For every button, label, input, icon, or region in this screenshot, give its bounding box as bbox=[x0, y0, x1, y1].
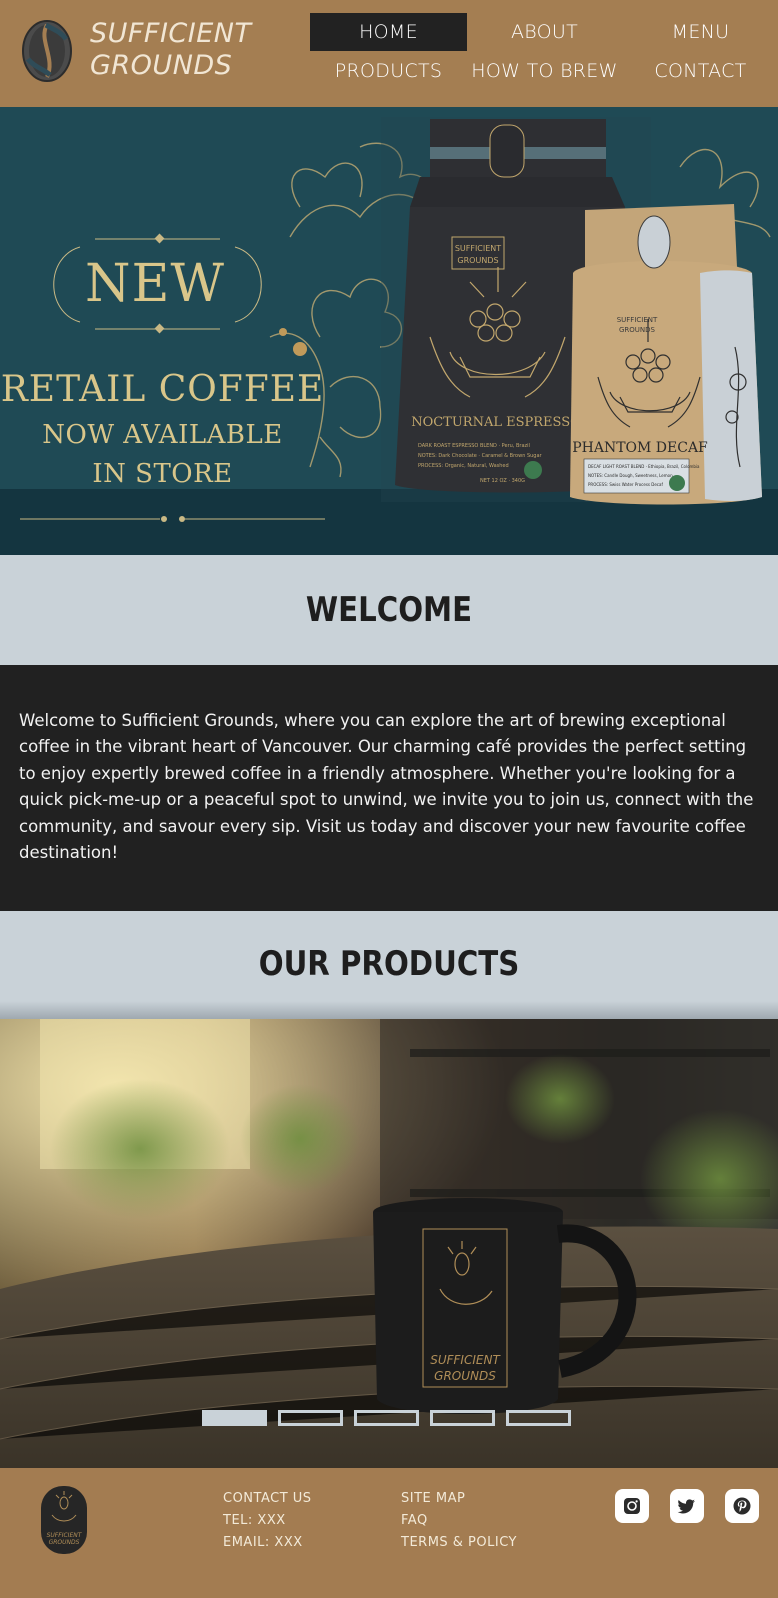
carousel-dot-2[interactable] bbox=[278, 1410, 343, 1426]
footer-logo-icon[interactable]: SUFFICIENT GROUNDS bbox=[40, 1485, 88, 1555]
footer-contact-us[interactable]: CONTACT US bbox=[223, 1491, 312, 1506]
brand-wordmark[interactable]: SUFFICIENT GROUNDS bbox=[90, 18, 252, 82]
dark-bag-weight: NET 12 OZ · 340G bbox=[480, 478, 525, 484]
light-bag-brand-line1: SUFFICIENT bbox=[617, 316, 658, 324]
dark-bag-detail-3: PROCESS: Organic, Natural, Washed bbox=[418, 463, 509, 469]
light-bag-detail-2: NOTES: Candle Dough, Sweetness, Lemon bbox=[588, 473, 673, 478]
hero-subline-1: NOW AVAILABLE bbox=[42, 420, 283, 450]
footer-site-map[interactable]: SITE MAP bbox=[401, 1491, 465, 1506]
carousel-dot-5[interactable] bbox=[506, 1410, 571, 1426]
nav-contact[interactable]: CONTACT bbox=[622, 52, 778, 90]
carousel-slide-image: SUFFICIENT GROUNDS bbox=[0, 1019, 778, 1468]
site-footer bbox=[0, 1468, 778, 1598]
light-bag-name: PHANTOM DECAF bbox=[572, 440, 708, 456]
hero-headline: RETAIL COFFEE bbox=[0, 369, 325, 410]
nav-menu[interactable]: MENU bbox=[622, 13, 778, 51]
carousel-indicators bbox=[202, 1410, 571, 1426]
dark-bag-brand-line2: GROUNDS bbox=[457, 256, 498, 265]
footer-terms[interactable]: TERMS & POLICY bbox=[401, 1535, 517, 1550]
hero-new-badge: NEW bbox=[85, 254, 225, 314]
footer-email: EMAIL: XXX bbox=[223, 1535, 303, 1550]
footer-logo-line1: SUFFICIENT bbox=[47, 1532, 83, 1539]
brand-name-line2: GROUNDS bbox=[90, 50, 233, 81]
twitter-icon bbox=[677, 1499, 695, 1514]
dark-bag-brand-line1: SUFFICIENT bbox=[455, 244, 501, 253]
carousel-dot-4[interactable] bbox=[430, 1410, 495, 1426]
products-title: OUR PRODUCTS bbox=[258, 944, 520, 984]
welcome-title: WELCOME bbox=[305, 590, 473, 630]
footer-faq[interactable]: FAQ bbox=[401, 1513, 428, 1528]
footer-tel: TEL: XXX bbox=[223, 1513, 286, 1528]
nav-how-to-brew[interactable]: HOW TO BREW bbox=[466, 52, 623, 90]
mug-brand-line1: SUFFICIENT bbox=[430, 1353, 501, 1367]
mug-brand-line2: GROUNDS bbox=[434, 1369, 496, 1383]
carousel-dot-1[interactable] bbox=[202, 1410, 267, 1426]
dark-bag-name: NOCTURNAL ESPRESSO bbox=[411, 415, 581, 430]
pinterest-icon bbox=[733, 1497, 751, 1515]
twitter-button[interactable] bbox=[670, 1489, 704, 1523]
nav-products[interactable]: PRODUCTS bbox=[310, 52, 467, 90]
pinterest-button[interactable] bbox=[725, 1489, 759, 1523]
dark-bag-detail-2: NOTES: Dark Chocolate · Caramel & Brown … bbox=[418, 453, 543, 459]
light-bag-brand-line2: GROUNDS bbox=[619, 326, 656, 334]
brand-name-line1: SUFFICIENT bbox=[90, 18, 252, 49]
welcome-text: Welcome to Sufficient Grounds, where you… bbox=[19, 711, 754, 863]
phantom-decaf-bag: SUFFICIENT GROUNDS PHANTOM DECAF DECAF L… bbox=[570, 204, 762, 505]
site-header: SUFFICIENT GROUNDS HOME ABOUT MENU PRODU… bbox=[0, 0, 778, 107]
nav-about[interactable]: ABOUT bbox=[466, 13, 623, 51]
instagram-icon bbox=[624, 1498, 640, 1514]
light-bag-detail-3: PROCESS: Swiss Water Process Decaf bbox=[588, 482, 663, 487]
coffee-bean-logo-icon[interactable] bbox=[20, 19, 74, 83]
instagram-button[interactable] bbox=[615, 1489, 649, 1523]
carousel-dot-3[interactable] bbox=[354, 1410, 419, 1426]
hero-subline-2: IN STORE bbox=[92, 459, 233, 489]
dark-bag-detail-1: DARK ROAST ESPRESSO BLEND · Peru, Brazil bbox=[418, 443, 530, 449]
hero-banner[interactable]: SUFFICIENT GROUNDS NOCTURNAL ESPRESSO DA… bbox=[0, 107, 778, 555]
products-carousel[interactable]: SUFFICIENT GROUNDS bbox=[0, 1019, 778, 1468]
footer-logo-line2: GROUNDS bbox=[49, 1539, 80, 1546]
light-bag-detail-1: DECAF LIGHT ROAST BLEND · Ethiopia, Braz… bbox=[588, 464, 700, 469]
nav-home[interactable]: HOME bbox=[310, 13, 467, 51]
